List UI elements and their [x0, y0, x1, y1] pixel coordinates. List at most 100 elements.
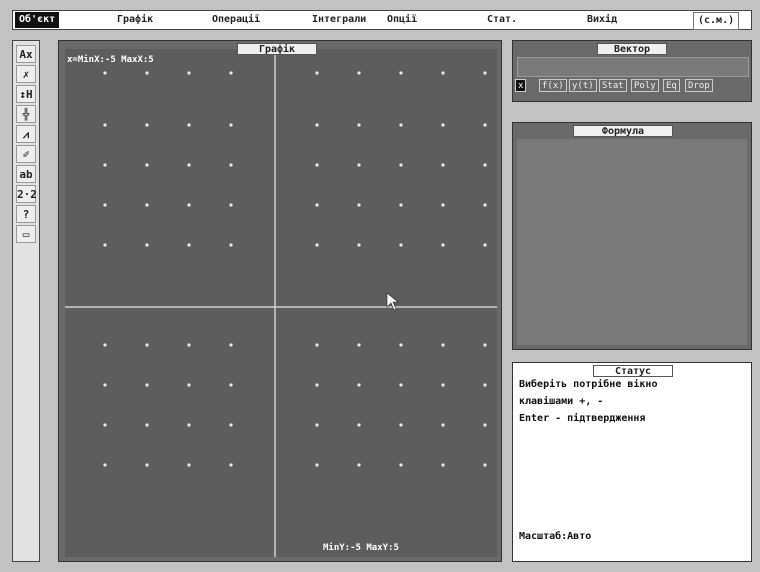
status-title: Статус	[593, 365, 673, 377]
graph-canvas[interactable]	[65, 49, 497, 557]
grid-dot	[145, 243, 149, 247]
grid-dot	[357, 383, 361, 387]
label-icon[interactable]: ab	[16, 165, 36, 183]
menu-integrals[interactable]: Інтеграли	[308, 12, 370, 28]
grid-dot	[229, 203, 233, 207]
grid-dot	[103, 383, 107, 387]
grid-dot	[483, 123, 487, 127]
menu-object[interactable]: Об'єкт	[15, 12, 60, 28]
grid-dot	[187, 71, 191, 75]
window-icon[interactable]: ▭	[16, 225, 36, 243]
grid-dot	[145, 123, 149, 127]
status-window: Статус Виберiть потрiбне вiкно клавiшами…	[512, 362, 752, 562]
grid-dot	[103, 203, 107, 207]
grid-dot	[483, 423, 487, 427]
graph-window: Графік x=MinX:-5 MaxX:5 MinY:-5 MaxY:5	[58, 40, 502, 562]
grid-dot	[357, 123, 361, 127]
scale-icon[interactable]: 2·2	[16, 185, 37, 203]
curve-icon[interactable]: ⩘	[16, 125, 36, 143]
grid-dot	[357, 203, 361, 207]
grid-dot	[315, 423, 319, 427]
grid-dot	[315, 343, 319, 347]
menu-exit[interactable]: Вихід	[583, 12, 621, 28]
menu-about[interactable]: (c.м.)	[693, 12, 740, 30]
grid-dot	[229, 243, 233, 247]
axis-icon[interactable]: Ax	[16, 45, 36, 63]
status-line-2: клавiшами +, -	[519, 396, 604, 407]
grid-dot	[357, 463, 361, 467]
cross-icon[interactable]: ✗	[16, 65, 36, 83]
grid-dot	[483, 203, 487, 207]
grid-dot	[229, 463, 233, 467]
grid-dot	[399, 463, 403, 467]
grid-dot	[315, 383, 319, 387]
y-range-readout: MinY:-5 MaxY:5	[323, 543, 399, 553]
grid-dot	[441, 163, 445, 167]
grid-dot	[357, 343, 361, 347]
grid-dot	[357, 423, 361, 427]
grid-dot	[483, 343, 487, 347]
tab-drop[interactable]: Drop	[685, 79, 713, 92]
tab-eq[interactable]: Eq	[663, 79, 680, 92]
resize-icon[interactable]: ↕H	[16, 85, 36, 103]
grid-dot	[145, 463, 149, 467]
grid-dot	[187, 423, 191, 427]
formula-area[interactable]	[517, 139, 747, 345]
grid-dot	[357, 163, 361, 167]
grid-dot	[483, 243, 487, 247]
grid-dot	[315, 123, 319, 127]
formula-title: Формула	[573, 125, 673, 137]
grid-dot	[187, 203, 191, 207]
grid-dot	[229, 383, 233, 387]
grid-dot	[357, 243, 361, 247]
tab-poly[interactable]: Poly	[631, 79, 659, 92]
grid-dot	[145, 383, 149, 387]
grid-dot	[145, 343, 149, 347]
grid-dot	[441, 463, 445, 467]
grid-dot	[441, 203, 445, 207]
grid-dot	[357, 71, 361, 75]
vector-input[interactable]	[517, 57, 749, 77]
grid-dot	[145, 203, 149, 207]
status-line-3: Enter - пiдтвердження	[519, 413, 646, 424]
grid-dot	[399, 123, 403, 127]
grid-dot	[229, 343, 233, 347]
tab-stat[interactable]: Stat	[599, 79, 627, 92]
menu-operations[interactable]: Операції	[208, 12, 264, 28]
menu-stat[interactable]: Стат.	[483, 12, 521, 28]
graph-title: Графік	[237, 43, 317, 55]
grid-dot	[103, 123, 107, 127]
help-icon[interactable]: ?	[16, 205, 36, 223]
grid-dot	[145, 423, 149, 427]
grid-dot	[145, 71, 149, 75]
grid-dot	[483, 71, 487, 75]
grid-dot	[187, 163, 191, 167]
grid-dot	[399, 71, 403, 75]
grid-dot	[315, 243, 319, 247]
x-range-readout: x=MinX:-5 MaxX:5	[67, 55, 154, 65]
grid-dots	[65, 49, 497, 557]
pen-icon[interactable]: ✐	[16, 145, 36, 163]
grid-dot	[103, 243, 107, 247]
grid-dot	[399, 243, 403, 247]
tool-palette: Ax ✗ ↕H ╬ ⩘ ✐ ab 2·2 ? ▭	[12, 40, 40, 562]
grid-dot	[315, 203, 319, 207]
grid-dot	[187, 463, 191, 467]
grid-dot	[103, 463, 107, 467]
status-line-1: Виберiть потрiбне вiкно	[519, 379, 658, 390]
grid-dot	[187, 123, 191, 127]
tab-yt[interactable]: y(t)	[569, 79, 597, 92]
menu-graph[interactable]: Графік	[113, 12, 157, 28]
grid-dot	[441, 383, 445, 387]
grid-dot	[441, 123, 445, 127]
menu-options[interactable]: Опції	[383, 12, 421, 28]
grid-dot	[399, 203, 403, 207]
grid-dot	[441, 423, 445, 427]
grid-dot	[187, 343, 191, 347]
tab-fx[interactable]: f(x)	[539, 79, 567, 92]
grid-dot	[229, 123, 233, 127]
grid-dot	[103, 423, 107, 427]
tab-x[interactable]: x	[515, 79, 527, 92]
grid-icon[interactable]: ╬	[16, 105, 36, 123]
grid-dot	[187, 383, 191, 387]
